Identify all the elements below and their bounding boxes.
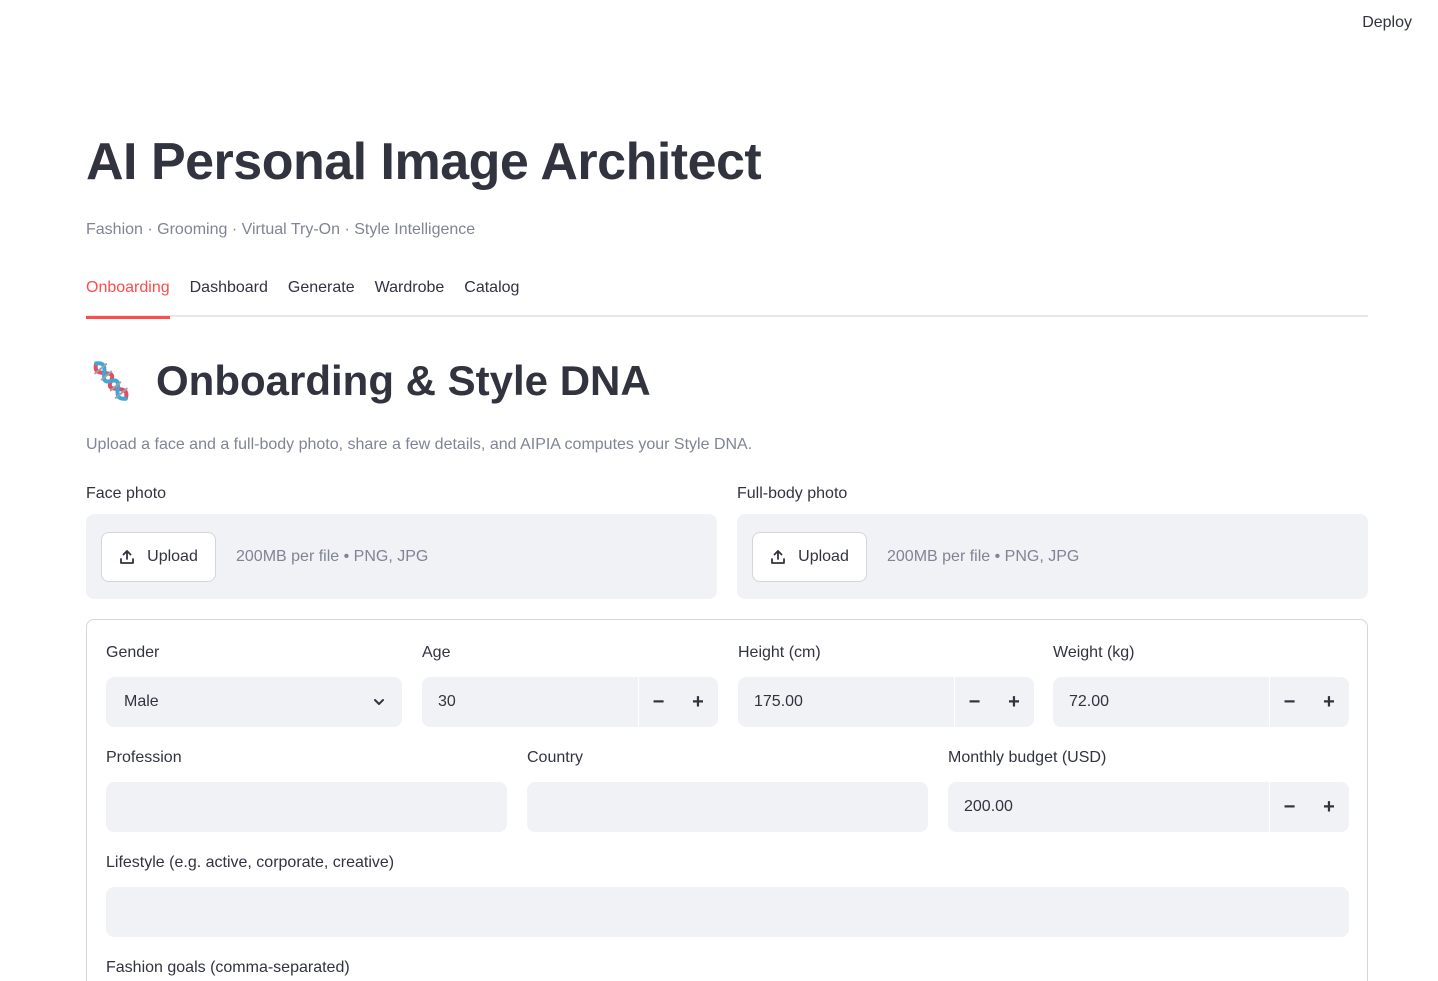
body-photo-label: Full-body photo <box>737 485 848 502</box>
lifestyle-input[interactable] <box>106 887 1349 937</box>
body-upload-label: Upload <box>798 547 849 565</box>
face-upload-button[interactable]: Upload <box>101 531 216 582</box>
profession-label: Profession <box>106 749 182 766</box>
gender-label: Gender <box>106 644 160 661</box>
age-input[interactable]: 30 <box>422 677 638 727</box>
tab-generate[interactable]: Generate <box>288 276 355 317</box>
body-photo-dropzone[interactable]: Upload 200MB per file • PNG, JPG <box>737 514 1368 599</box>
country-label: Country <box>527 749 584 766</box>
weight-input[interactable]: 72.00 <box>1053 677 1269 727</box>
country-field: Country <box>527 749 928 832</box>
profile-form: Gender Male Age 30 − + Height (cm) 175.0… <box>86 619 1368 981</box>
lifestyle-label: Lifestyle (e.g. active, corporate, creat… <box>106 854 395 871</box>
height-increment-button[interactable]: + <box>994 677 1034 727</box>
budget-field: Monthly budget (USD) 200.00 − + <box>948 749 1349 832</box>
body-upload-hint: 200MB per file • PNG, JPG <box>887 547 1080 565</box>
country-input[interactable] <box>527 782 928 832</box>
face-upload-label: Upload <box>147 547 198 565</box>
upload-icon <box>120 549 135 564</box>
chevron-down-icon <box>374 699 384 705</box>
body-upload-button[interactable]: Upload <box>752 531 867 582</box>
section-description: Upload a face and a full-body photo, sha… <box>86 436 753 453</box>
height-stepper: 175.00 − + <box>738 677 1034 727</box>
age-stepper: 30 − + <box>422 677 718 727</box>
app-title: AI Personal Image Architect <box>86 133 762 191</box>
height-decrement-button[interactable]: − <box>954 677 994 727</box>
weight-field: Weight (kg) 72.00 − + <box>1053 644 1349 727</box>
age-increment-button[interactable]: + <box>678 677 718 727</box>
lifestyle-field: Lifestyle (e.g. active, corporate, creat… <box>106 854 1349 937</box>
tab-catalog[interactable]: Catalog <box>464 276 519 317</box>
deploy-button[interactable]: Deploy <box>1362 12 1412 34</box>
face-photo-uploader: Face photo Upload 200MB per file • PNG, … <box>86 485 717 599</box>
app-page: Deploy AI Personal Image Architect Fashi… <box>0 0 1438 981</box>
upload-icon <box>771 549 786 564</box>
profession-input[interactable] <box>106 782 507 832</box>
tab-bar: Onboarding Dashboard Generate Wardrobe C… <box>86 276 1368 319</box>
section-title: Onboarding & Style DNA <box>156 357 651 404</box>
goals-field: Fashion goals (comma-separated) <box>106 959 1349 981</box>
budget-increment-button[interactable]: + <box>1309 782 1349 832</box>
app-subtitle: Fashion · Grooming · Virtual Try-On · St… <box>86 221 476 238</box>
tab-wardrobe[interactable]: Wardrobe <box>375 276 445 317</box>
age-label: Age <box>422 644 451 661</box>
face-photo-dropzone[interactable]: Upload 200MB per file • PNG, JPG <box>86 514 717 599</box>
budget-input[interactable]: 200.00 <box>948 782 1269 832</box>
tab-onboarding[interactable]: Onboarding <box>86 276 170 319</box>
budget-stepper: 200.00 − + <box>948 782 1349 832</box>
budget-decrement-button[interactable]: − <box>1269 782 1309 832</box>
weight-label: Weight (kg) <box>1053 644 1135 661</box>
age-decrement-button[interactable]: − <box>638 677 678 727</box>
face-upload-hint: 200MB per file • PNG, JPG <box>236 547 429 565</box>
tab-dashboard[interactable]: Dashboard <box>190 276 268 317</box>
dna-icon <box>93 361 129 401</box>
age-field: Age 30 − + <box>422 644 718 727</box>
weight-stepper: 72.00 − + <box>1053 677 1349 727</box>
height-input[interactable]: 175.00 <box>738 677 954 727</box>
face-photo-label: Face photo <box>86 485 167 502</box>
gender-value: Male <box>124 693 159 710</box>
height-field: Height (cm) 175.00 − + <box>738 644 1034 727</box>
weight-decrement-button[interactable]: − <box>1269 677 1309 727</box>
gender-field: Gender Male <box>106 644 402 727</box>
height-label: Height (cm) <box>738 644 821 661</box>
body-photo-uploader: Full-body photo Upload 200MB per file • … <box>737 485 1368 599</box>
section-heading: Onboarding & Style DNA <box>86 356 651 406</box>
weight-increment-button[interactable]: + <box>1309 677 1349 727</box>
gender-select[interactable]: Male <box>106 677 402 727</box>
budget-label: Monthly budget (USD) <box>948 749 1107 766</box>
profession-field: Profession <box>106 749 507 832</box>
goals-label: Fashion goals (comma-separated) <box>106 959 350 976</box>
